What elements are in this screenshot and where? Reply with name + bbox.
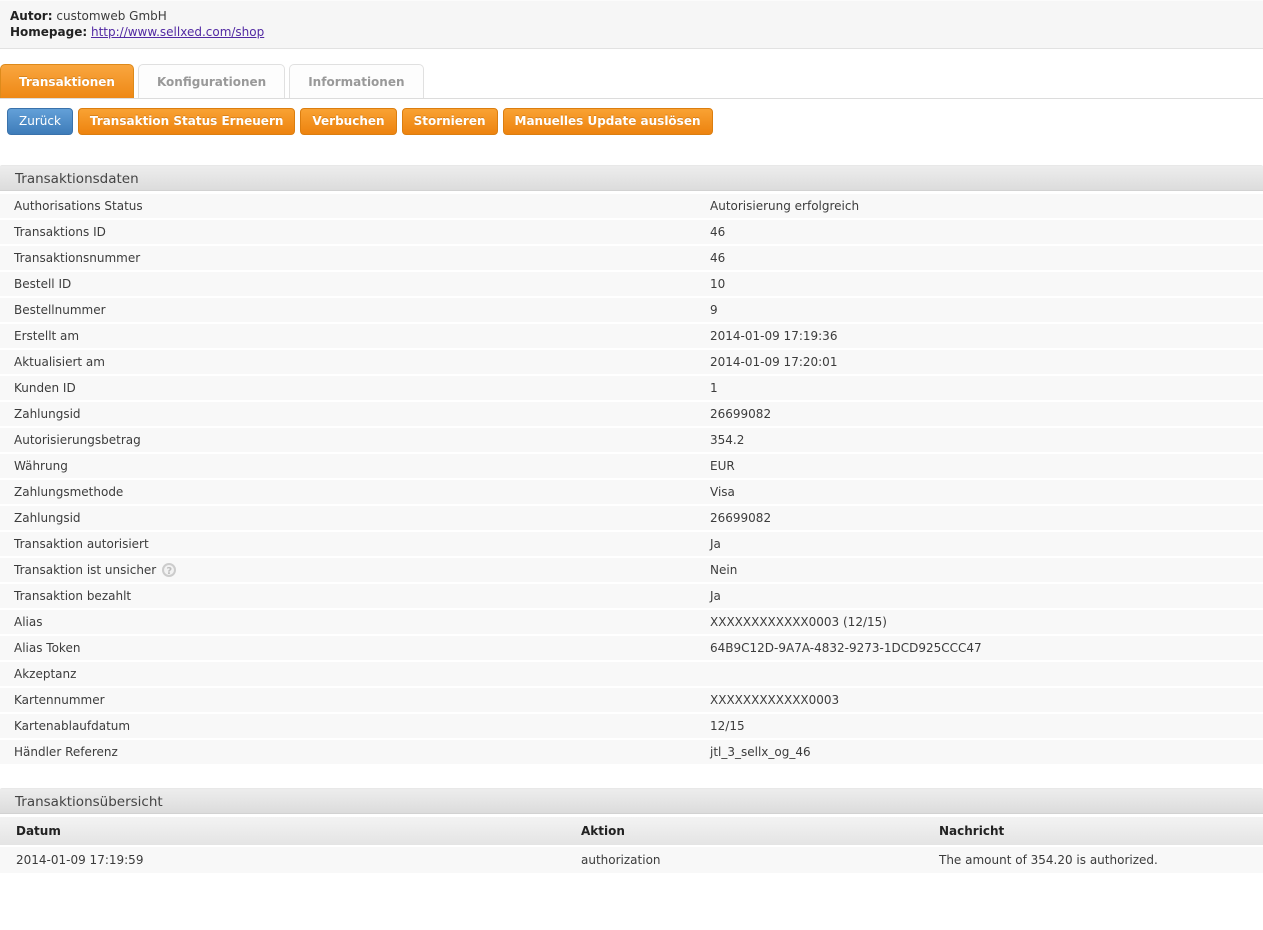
row-label: Transaktions ID [0,225,710,239]
cancel-transaction-button[interactable]: Stornieren [402,108,498,135]
tab-transaktionen[interactable]: Transaktionen [0,64,134,98]
table-row: Alias Token64B9C12D-9A7A-4832-9273-1DCD9… [0,636,1263,662]
tab-bar: TransaktionenKonfigurationenInformatione… [0,64,1263,99]
row-label: Zahlungsid [0,407,710,421]
table-row: Erstellt am2014-01-09 17:19:36 [0,324,1263,350]
table-row: ZahlungsmethodeVisa [0,480,1263,506]
row-label: Alias [0,615,710,629]
row-label: Transaktion ist unsicher? [0,563,710,577]
capture-button[interactable]: Verbuchen [300,108,396,135]
row-value: Autorisierung erfolgreich [710,199,1263,213]
row-value: Nein [710,563,1263,577]
row-label: Akzeptanz [0,667,710,681]
homepage-line: Homepage: http://www.sellxed.com/shop [10,24,1253,40]
row-value: 46 [710,225,1263,239]
table-row: KartennummerXXXXXXXXXXXX0003 [0,688,1263,714]
row-value: Ja [710,537,1263,551]
homepage-label: Homepage: [10,25,87,39]
overview-column-header: Aktion [581,824,939,838]
homepage-link[interactable]: http://www.sellxed.com/shop [91,25,264,39]
author-line: Autor: customweb GmbH [10,8,1253,24]
row-label: Erstellt am [0,329,710,343]
row-label: Aktualisiert am [0,355,710,369]
toolbar: ZurückTransaktion Status ErneuernVerbuch… [0,99,1263,143]
row-label: Kartennummer [0,693,710,707]
row-label: Transaktion bezahlt [0,589,710,603]
row-label: Bestell ID [0,277,710,291]
row-value: 10 [710,277,1263,291]
overview-cell: 2014-01-09 17:19:59 [0,853,581,867]
overview-row: 2014-01-09 17:19:59authorizationThe amou… [0,847,1263,875]
row-label: Zahlungsmethode [0,485,710,499]
table-row: Kartenablaufdatum12/15 [0,714,1263,740]
table-row: Akzeptanz [0,662,1263,688]
row-label: Kartenablaufdatum [0,719,710,733]
table-row: Transaktion autorisiertJa [0,532,1263,558]
table-row: Bestell ID10 [0,272,1263,298]
table-row: Händler Referenzjtl_3_sellx_og_46 [0,740,1263,766]
row-value: XXXXXXXXXXXX0003 [710,693,1263,707]
row-value: 2014-01-09 17:20:01 [710,355,1263,369]
transaction-overview-table: DatumAktionNachricht2014-01-09 17:19:59a… [0,817,1263,875]
table-row: Authorisations StatusAutorisierung erfol… [0,194,1263,220]
table-row: Bestellnummer9 [0,298,1263,324]
overview-cell: The amount of 354.20 is authorized. [939,853,1263,867]
table-row: Transaktion ist unsicher?Nein [0,558,1263,584]
row-label: Zahlungsid [0,511,710,525]
table-row: Kunden ID1 [0,376,1263,402]
row-value: 12/15 [710,719,1263,733]
row-label: Transaktion autorisiert [0,537,710,551]
row-value: 354.2 [710,433,1263,447]
author-value: customweb GmbH [56,9,166,23]
overview-cell: authorization [581,853,939,867]
transaction-data-section-header: Transaktionsdaten [0,165,1263,191]
table-row: WährungEUR [0,454,1263,480]
overview-column-header: Datum [0,824,581,838]
author-label: Autor: [10,9,53,23]
help-icon[interactable]: ? [162,563,176,577]
row-label: Authorisations Status [0,199,710,213]
row-value: 64B9C12D-9A7A-4832-9273-1DCD925CCC47 [710,641,1263,655]
manual-update-button[interactable]: Manuelles Update auslösen [503,108,713,135]
table-row: Aktualisiert am2014-01-09 17:20:01 [0,350,1263,376]
row-label: Alias Token [0,641,710,655]
row-value: EUR [710,459,1263,473]
row-value: Ja [710,589,1263,603]
refresh-transaction-status-button[interactable]: Transaktion Status Erneuern [78,108,295,135]
table-row: AliasXXXXXXXXXXXX0003 (12/15) [0,610,1263,636]
overview-column-header: Nachricht [939,824,1263,838]
row-value: 1 [710,381,1263,395]
row-value: 2014-01-09 17:19:36 [710,329,1263,343]
table-row: Zahlungsid26699082 [0,506,1263,532]
row-value: Visa [710,485,1263,499]
table-row: Autorisierungsbetrag354.2 [0,428,1263,454]
row-value: 26699082 [710,407,1263,421]
row-value: 46 [710,251,1263,265]
transaction-data-table: Authorisations StatusAutorisierung erfol… [0,194,1263,766]
row-value: 26699082 [710,511,1263,525]
table-row: Transaktions ID46 [0,220,1263,246]
row-label: Kunden ID [0,381,710,395]
row-label: Bestellnummer [0,303,710,317]
row-label: Händler Referenz [0,745,710,759]
row-value: XXXXXXXXXXXX0003 (12/15) [710,615,1263,629]
row-value: 9 [710,303,1263,317]
tab-informationen[interactable]: Informationen [289,64,423,98]
overview-header-row: DatumAktionNachricht [0,817,1263,847]
row-label: Autorisierungsbetrag [0,433,710,447]
table-row: Transaktion bezahltJa [0,584,1263,610]
row-label: Transaktionsnummer [0,251,710,265]
plugin-info-panel: Autor: customweb GmbH Homepage: http://w… [0,0,1263,49]
row-value: jtl_3_sellx_og_46 [710,745,1263,759]
back-button[interactable]: Zurück [7,108,73,135]
tab-konfigurationen[interactable]: Konfigurationen [138,64,285,98]
row-label: Währung [0,459,710,473]
transaction-overview-section-header: Transaktionsübersicht [0,788,1263,814]
table-row: Transaktionsnummer46 [0,246,1263,272]
table-row: Zahlungsid26699082 [0,402,1263,428]
